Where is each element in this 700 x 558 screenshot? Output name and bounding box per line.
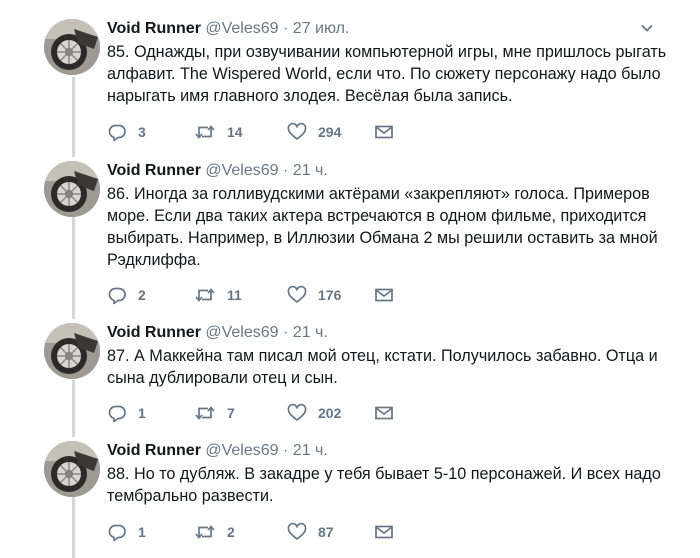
envelope-icon bbox=[374, 122, 394, 142]
separator-dot: · bbox=[283, 162, 289, 179]
tweet-text: 86. Иногда за голливудскими актёрами «за… bbox=[107, 185, 658, 269]
reply-button[interactable]: 3 bbox=[107, 122, 146, 142]
thread-line bbox=[72, 380, 75, 437]
like-button[interactable]: 176 bbox=[287, 285, 341, 305]
like-button[interactable]: 294 bbox=[287, 122, 341, 142]
heart-icon bbox=[287, 285, 307, 305]
avatar[interactable] bbox=[44, 161, 100, 217]
thread-line bbox=[72, 217, 75, 319]
tweet-timestamp[interactable]: 21 ч. bbox=[293, 162, 328, 179]
avatar[interactable] bbox=[44, 323, 100, 379]
reply-count: 1 bbox=[138, 524, 146, 540]
like-count: 87 bbox=[318, 524, 334, 540]
envelope-icon bbox=[374, 403, 394, 423]
author-name[interactable]: Void Runner bbox=[107, 20, 201, 37]
author-handle[interactable]: @Veles69 bbox=[205, 324, 278, 341]
author-name[interactable]: Void Runner bbox=[107, 162, 201, 179]
author-handle[interactable]: @Veles69 bbox=[205, 442, 278, 459]
thread-line bbox=[72, 77, 75, 157]
retweet-count: 11 bbox=[227, 287, 242, 303]
tweet-timestamp[interactable]: 27 июл. bbox=[293, 20, 350, 37]
like-button[interactable]: 87 bbox=[287, 522, 334, 542]
heart-icon bbox=[287, 403, 307, 423]
tweet-timestamp[interactable]: 21 ч. bbox=[293, 324, 328, 341]
author-name[interactable]: Void Runner bbox=[107, 442, 201, 459]
tweet-text: 87. А Маккейна там писал мой отец, кстат… bbox=[107, 347, 658, 387]
reply-count: 3 bbox=[138, 124, 146, 140]
reply-count: 2 bbox=[138, 287, 146, 303]
like-count: 294 bbox=[318, 124, 342, 140]
direct-message-button[interactable] bbox=[374, 403, 394, 423]
retweet-count: 14 bbox=[227, 124, 243, 140]
separator-dot: · bbox=[283, 324, 289, 341]
reply-icon bbox=[107, 285, 127, 305]
heart-icon bbox=[287, 122, 307, 142]
tweet-text: 88. Но то дубляж. В закадре у тебя бывае… bbox=[107, 465, 661, 505]
author-handle[interactable]: @Veles69 bbox=[205, 162, 278, 179]
reply-icon bbox=[107, 522, 127, 542]
tweet-timestamp[interactable]: 21 ч. bbox=[293, 442, 328, 459]
retweet-count: 7 bbox=[227, 405, 235, 421]
avatar[interactable] bbox=[44, 441, 100, 497]
avatar[interactable] bbox=[44, 19, 100, 75]
retweet-icon bbox=[194, 122, 216, 142]
envelope-icon bbox=[374, 522, 394, 542]
like-count: 176 bbox=[318, 287, 342, 303]
like-count: 202 bbox=[318, 405, 342, 421]
chevron-down-icon[interactable] bbox=[640, 21, 654, 40]
reply-button[interactable]: 1 bbox=[107, 403, 146, 423]
retweet-count: 2 bbox=[227, 524, 235, 540]
retweet-icon bbox=[194, 522, 216, 542]
author-handle[interactable]: @Veles69 bbox=[205, 20, 278, 37]
retweet-icon bbox=[194, 403, 216, 423]
reply-icon bbox=[107, 403, 127, 423]
reply-count: 1 bbox=[138, 405, 146, 421]
retweet-button[interactable]: 14 bbox=[194, 122, 243, 142]
direct-message-button[interactable] bbox=[374, 522, 394, 542]
retweet-icon bbox=[194, 285, 216, 305]
retweet-button[interactable]: 11 bbox=[194, 285, 242, 305]
reply-button[interactable]: 1 bbox=[107, 522, 146, 542]
direct-message-button[interactable] bbox=[374, 122, 394, 142]
heart-icon bbox=[287, 522, 307, 542]
separator-dot: · bbox=[283, 20, 289, 37]
direct-message-button[interactable] bbox=[374, 285, 394, 305]
thread-line bbox=[72, 497, 75, 558]
author-name[interactable]: Void Runner bbox=[107, 324, 201, 341]
envelope-icon bbox=[374, 285, 394, 305]
reply-button[interactable]: 2 bbox=[107, 285, 146, 305]
reply-icon bbox=[107, 122, 127, 142]
retweet-button[interactable]: 7 bbox=[194, 403, 235, 423]
separator-dot: · bbox=[283, 442, 289, 459]
tweet-text: 85. Однажды, при озвучивании компьютерно… bbox=[107, 43, 667, 105]
retweet-button[interactable]: 2 bbox=[194, 522, 235, 542]
like-button[interactable]: 202 bbox=[287, 403, 341, 423]
